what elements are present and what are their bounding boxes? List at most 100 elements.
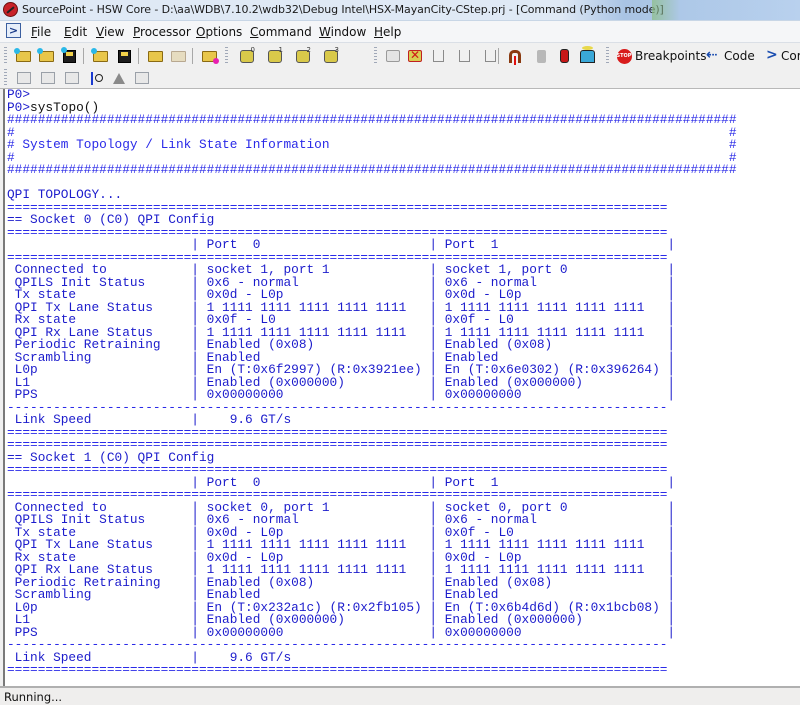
- open-project-2-button[interactable]: [36, 47, 55, 65]
- folder-refresh-icon: [147, 50, 163, 62]
- menu-help-accel: H: [374, 25, 384, 39]
- go-button[interactable]: [384, 47, 402, 65]
- step-into-icon: [432, 50, 444, 62]
- menu-command-rest: ommand: [258, 25, 312, 39]
- hierarchy-button[interactable]: [15, 69, 33, 87]
- go-icon: [386, 50, 400, 62]
- processor-icon: [268, 46, 283, 63]
- toolbar-grip[interactable]: [374, 47, 377, 64]
- code-button[interactable]: Code: [724, 49, 755, 63]
- processor-3-button[interactable]: [322, 46, 340, 65]
- processor-icon: [296, 46, 311, 63]
- menu-options-rest: ptions: [205, 25, 243, 39]
- menu-file-rest: ile: [37, 25, 52, 39]
- save-project-button[interactable]: [60, 46, 78, 65]
- open-layout-button[interactable]: [90, 47, 109, 65]
- menu-bar: > File Edit View Processor Options Comma…: [0, 21, 800, 43]
- menu-processor[interactable]: Processor: [133, 25, 191, 39]
- status-text: Running...: [4, 690, 63, 704]
- triangle-button[interactable]: [110, 69, 128, 87]
- step-into-button[interactable]: [429, 47, 447, 65]
- open-layout-icon: [90, 47, 108, 62]
- sourcepoint-logo-icon[interactable]: [3, 2, 18, 17]
- menu-file[interactable]: File: [31, 25, 51, 39]
- save-layout-icon: [117, 49, 131, 63]
- halt-button[interactable]: [532, 47, 550, 65]
- open-project-button[interactable]: [13, 47, 32, 65]
- breakpoints-icon-button[interactable]: STOP: [615, 47, 633, 65]
- menu-view[interactable]: View: [96, 25, 124, 39]
- window-title: SourcePoint - HSW Core - D:\aa\WDB\7.10.…: [22, 3, 664, 16]
- toolbar-separator: [83, 48, 84, 64]
- stack-icon: [559, 49, 569, 63]
- folder-disabled-button[interactable]: [169, 47, 187, 65]
- code-icon: ⇠: [706, 47, 718, 63]
- section-separator: ========================================…: [7, 662, 668, 677]
- console-output: P0> P0>sysTopo() #######################…: [5, 89, 800, 677]
- breakpoints-stop-icon: STOP: [616, 48, 632, 64]
- load-program-button[interactable]: [200, 47, 219, 65]
- menu-window[interactable]: Window: [319, 25, 366, 39]
- target-button[interactable]: [578, 45, 596, 65]
- step-out-icon: [484, 50, 496, 62]
- step-over-icon: [458, 50, 470, 62]
- topology-icon: [90, 72, 104, 85]
- menu-options[interactable]: Options: [196, 25, 242, 39]
- stop-button[interactable]: [406, 47, 424, 65]
- processor-0-button[interactable]: [238, 46, 256, 65]
- toolbar-grip[interactable]: [225, 47, 228, 64]
- monitor-icon: [135, 72, 149, 84]
- folder-disabled-icon: [170, 50, 186, 62]
- processor-2-button[interactable]: [294, 46, 312, 65]
- command-chevron-icon: >: [766, 47, 778, 63]
- target-icon: [579, 45, 595, 63]
- command-prompt-icon[interactable]: >: [6, 23, 21, 38]
- reset-button[interactable]: [506, 47, 524, 65]
- secondary-toolbar: [0, 68, 800, 89]
- title-bar: SourcePoint - HSW Core - D:\aa\WDB\7.10.…: [0, 0, 800, 21]
- step-out-button[interactable]: [481, 47, 499, 65]
- hierarchy-icon: [17, 72, 31, 84]
- toolbar-separator: [498, 48, 499, 64]
- reset-target-icon: [509, 49, 521, 65]
- toolbar-grip[interactable]: [4, 69, 7, 86]
- stop-processor-icon: [408, 48, 422, 62]
- toolbar-grip[interactable]: [606, 47, 609, 64]
- breakpoints-button[interactable]: Breakpoints: [635, 49, 706, 63]
- menu-edit-rest: dit: [71, 25, 88, 39]
- save-layout-button[interactable]: [115, 47, 133, 65]
- menu-processor-accel: P: [133, 25, 141, 39]
- command-button[interactable]: Cor: [781, 49, 800, 63]
- stack-button[interactable]: [555, 47, 573, 65]
- reload-button[interactable]: [146, 47, 164, 65]
- step-over-button[interactable]: [455, 47, 473, 65]
- processor-icon: [324, 46, 339, 63]
- processor-icon: [240, 46, 255, 63]
- main-toolbar: STOP Breakpoints ⇠ Code > Cor: [0, 43, 800, 68]
- menu-window-accel: W: [319, 25, 331, 39]
- load-program-icon: [201, 50, 219, 64]
- network-icon: [65, 72, 79, 84]
- menu-view-accel: V: [96, 25, 104, 39]
- menu-command[interactable]: Command: [250, 25, 312, 39]
- upload-button[interactable]: [39, 69, 57, 87]
- toolbar-grip[interactable]: [4, 47, 7, 64]
- menu-view-rest: iew: [103, 25, 125, 39]
- command-console[interactable]: P0> P0>sysTopo() #######################…: [3, 89, 800, 687]
- menu-help[interactable]: Help: [374, 25, 401, 39]
- status-bar: Running...: [0, 688, 800, 705]
- monitor-button[interactable]: [133, 69, 151, 87]
- menu-edit[interactable]: Edit: [64, 25, 87, 39]
- toolbar-separator: [192, 48, 193, 64]
- chip-icon: [536, 49, 546, 63]
- save-icon: [60, 46, 76, 63]
- processor-1-button[interactable]: [266, 46, 284, 65]
- upload-icon: [41, 72, 55, 84]
- toolbar-separator: [138, 48, 139, 64]
- triangle-icon: [113, 72, 125, 84]
- network-button[interactable]: [63, 69, 81, 87]
- menu-help-rest: elp: [383, 25, 402, 39]
- menu-processor-rest: rocessor: [140, 25, 191, 39]
- open-project-icon: [13, 47, 31, 62]
- topology-button[interactable]: [88, 69, 106, 87]
